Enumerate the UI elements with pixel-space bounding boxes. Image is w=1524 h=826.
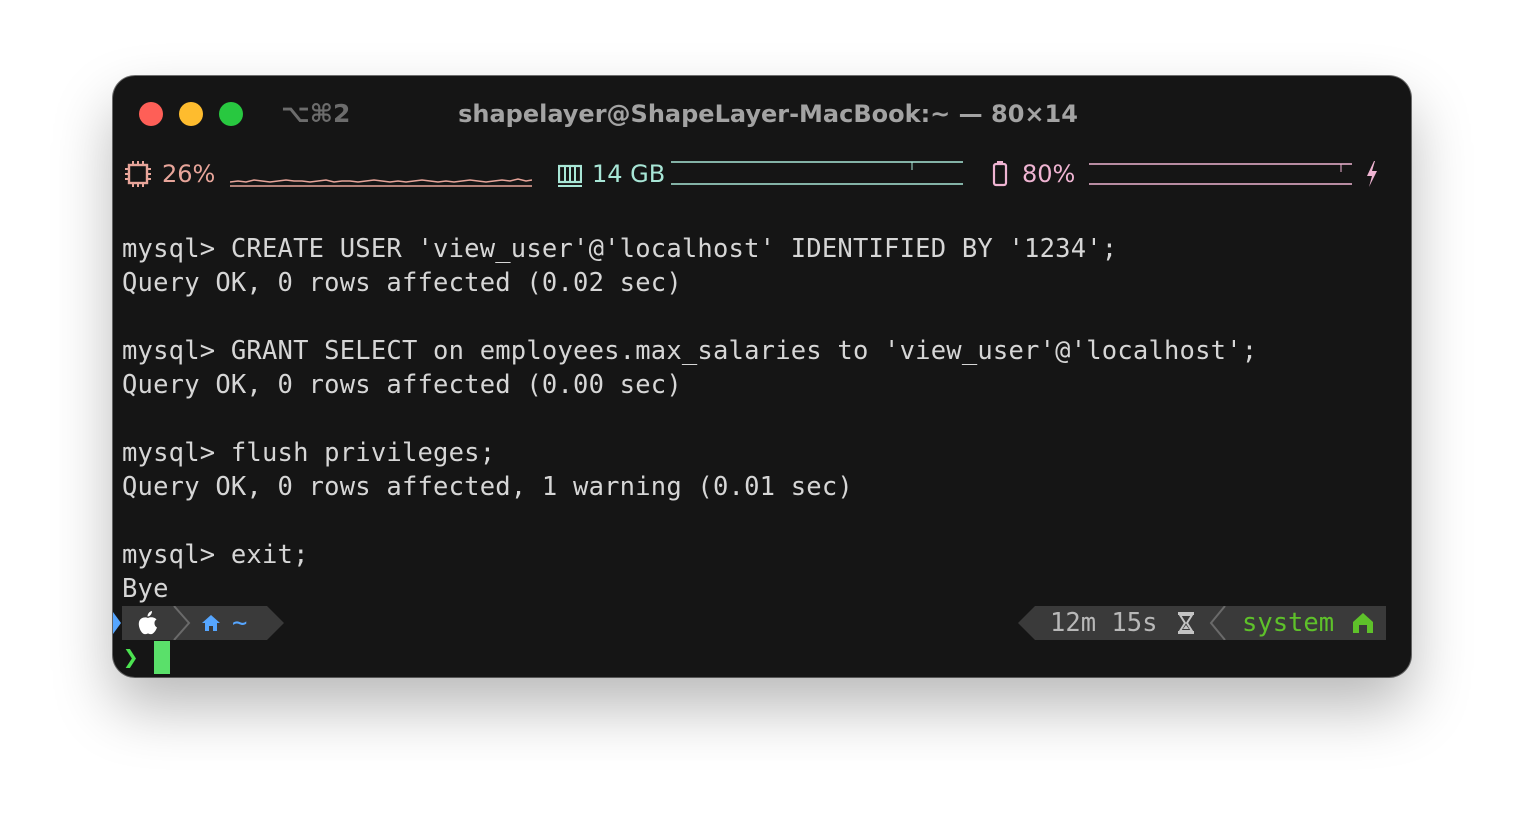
zoom-window-button[interactable] (219, 102, 243, 126)
memory-usage-value: 14 GB (592, 160, 666, 188)
terminal-line: Query OK, 0 rows affected (0.00 sec) (122, 370, 682, 400)
command-input-line[interactable]: ❯ (113, 640, 1411, 676)
prompt-edge-marker (113, 612, 121, 634)
terminal-line: mysql> flush privileges; (122, 438, 496, 468)
home-icon (202, 615, 220, 631)
cpu-usage-graph (230, 178, 532, 187)
minimize-window-button[interactable] (179, 102, 203, 126)
powerlevel-prompt: ~ 12m 15s system (113, 606, 1411, 640)
terminal-line: mysql> exit; (122, 540, 309, 570)
terminal-line: mysql> GRANT SELECT on employees.max_sal… (122, 336, 1258, 366)
environment-context: system (1242, 608, 1335, 638)
title-bar: ⌥⌘2 shapelayer@ShapeLayer-MacBook:~ — 80… (113, 76, 1411, 150)
memory-usage-graph (671, 161, 963, 185)
house-icon (1353, 613, 1373, 633)
battery-level-graph (1089, 163, 1352, 185)
system-status-bar: 26% 14 GB 80% (113, 154, 1411, 194)
prompt-chevron: ❯ (123, 643, 139, 673)
terminal-window: ⌥⌘2 shapelayer@ShapeLayer-MacBook:~ — 80… (113, 76, 1411, 677)
terminal-line: mysql> CREATE USER 'view_user'@'localhos… (122, 234, 1118, 264)
apple-icon (138, 611, 157, 635)
battery-icon (992, 161, 1008, 187)
lightning-bolt-icon (1367, 161, 1377, 187)
hourglass-icon (1178, 612, 1194, 634)
battery-level-value: 80% (1022, 160, 1076, 188)
memory-module-icon (558, 164, 582, 187)
cpu-chip-icon (125, 161, 151, 187)
window-title: shapelayer@ShapeLayer-MacBook:~ — 80×14 (458, 100, 1078, 128)
text-cursor (154, 641, 170, 674)
terminal-output[interactable]: mysql> CREATE USER 'view_user'@'localhos… (122, 232, 1411, 606)
command-duration: 12m 15s (1050, 608, 1158, 638)
terminal-line: Query OK, 0 rows affected, 1 warning (0.… (122, 472, 853, 502)
terminal-line: Query OK, 0 rows affected (0.02 sec) (122, 268, 682, 298)
tab-shortcut-label: ⌥⌘2 (281, 99, 351, 128)
prompt-directory: ~ (232, 608, 248, 638)
close-window-button[interactable] (139, 102, 163, 126)
cpu-usage-value: 26% (162, 160, 216, 188)
terminal-line: Bye (122, 574, 169, 604)
